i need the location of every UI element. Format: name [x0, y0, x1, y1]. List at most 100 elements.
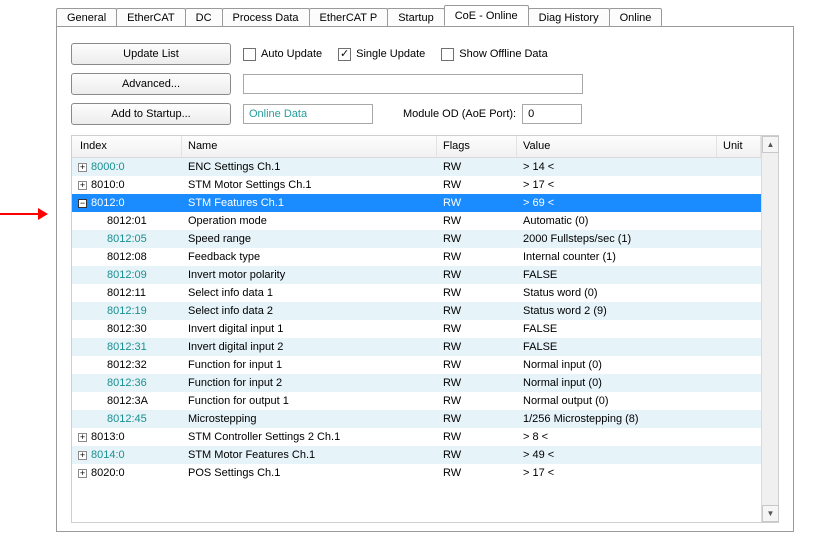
table-row[interactable]: 8012:31Invert digital input 2RWFALSE: [72, 338, 761, 356]
table-row[interactable]: 8012:09Invert motor polarityRWFALSE: [72, 266, 761, 284]
cell-index: 8012:11: [72, 284, 182, 302]
cell-value: FALSE: [517, 323, 717, 335]
cell-index: 8012:01: [72, 212, 182, 230]
tab-diag-history[interactable]: Diag History: [528, 8, 610, 27]
single-update-label: Single Update: [356, 48, 425, 60]
cell-flags: RW: [437, 359, 517, 371]
cell-flags: RW: [437, 431, 517, 443]
header-index[interactable]: Index: [72, 136, 182, 157]
expand-icon[interactable]: [78, 469, 87, 478]
tab-dc[interactable]: DC: [185, 8, 223, 27]
table-row[interactable]: 8012:45MicrosteppingRW1/256 Microsteppin…: [72, 410, 761, 428]
cell-value: Internal counter (1): [517, 251, 717, 263]
show-offline-label: Show Offline Data: [459, 48, 547, 60]
tab-general[interactable]: General: [56, 8, 117, 27]
cell-name: Select info data 1: [182, 287, 437, 299]
index-text: 8012:32: [107, 359, 147, 371]
tab-process-data[interactable]: Process Data: [222, 8, 310, 27]
cell-index: 8012:45: [72, 410, 182, 428]
table-row[interactable]: 8012:08Feedback typeRWInternal counter (…: [72, 248, 761, 266]
cell-flags: RW: [437, 179, 517, 191]
table-row[interactable]: 8010:0STM Motor Settings Ch.1RW> 17 <: [72, 176, 761, 194]
expand-icon[interactable]: [78, 181, 87, 190]
cell-flags: RW: [437, 197, 517, 209]
cell-flags: RW: [437, 233, 517, 245]
cell-name: STM Motor Features Ch.1: [182, 449, 437, 461]
table-row[interactable]: 8012:30Invert digital input 1RWFALSE: [72, 320, 761, 338]
cell-value: Normal input (0): [517, 359, 717, 371]
tab-ethercat-p[interactable]: EtherCAT P: [309, 8, 389, 27]
index-text: 8012:45: [107, 413, 147, 425]
cell-value: 1/256 Microstepping (8): [517, 413, 717, 425]
checkbox-icon: [243, 48, 256, 61]
cell-flags: RW: [437, 449, 517, 461]
auto-update-checkbox[interactable]: Auto Update: [243, 48, 322, 61]
header-value[interactable]: Value: [517, 136, 717, 157]
tab-body: Update List Auto Update Single Update Sh…: [56, 26, 794, 532]
index-text: 8012:05: [107, 233, 147, 245]
cell-index: 8000:0: [72, 161, 182, 173]
table-row[interactable]: 8012:01Operation modeRWAutomatic (0): [72, 212, 761, 230]
show-offline-checkbox[interactable]: Show Offline Data: [441, 48, 547, 61]
cell-index: 8012:0: [72, 197, 182, 209]
tab-startup[interactable]: Startup: [387, 8, 444, 27]
add-to-startup-button[interactable]: Add to Startup...: [71, 103, 231, 125]
advanced-button[interactable]: Advanced...: [71, 73, 231, 95]
vertical-scrollbar[interactable]: ▲ ▼: [761, 136, 778, 522]
index-text: 8012:08: [107, 251, 147, 263]
tree-line-icon: [91, 410, 107, 428]
module-od-input[interactable]: [522, 104, 582, 124]
cell-index: 8012:3A: [72, 392, 182, 410]
table-row[interactable]: 8012:0STM Features Ch.1RW> 69 <: [72, 194, 761, 212]
table-row[interactable]: 8012:05Speed rangeRW2000 Fullsteps/sec (…: [72, 230, 761, 248]
index-text: 8000:0: [91, 161, 125, 173]
table-row[interactable]: 8012:32Function for input 1RWNormal inpu…: [72, 356, 761, 374]
cell-value: > 17 <: [517, 467, 717, 479]
expand-icon[interactable]: [78, 451, 87, 460]
index-text: 8012:30: [107, 323, 147, 335]
cell-index: 8012:32: [72, 356, 182, 374]
index-text: 8012:01: [107, 215, 147, 227]
cell-name: Speed range: [182, 233, 437, 245]
table-row[interactable]: 8013:0STM Controller Settings 2 Ch.1RW> …: [72, 428, 761, 446]
online-data-field: [243, 104, 373, 124]
cell-flags: RW: [437, 269, 517, 281]
table-row[interactable]: 8014:0STM Motor Features Ch.1RW> 49 <: [72, 446, 761, 464]
checkbox-icon: [441, 48, 454, 61]
cell-value: > 49 <: [517, 449, 717, 461]
tree-line-icon: [91, 284, 107, 302]
header-name[interactable]: Name: [182, 136, 437, 157]
index-text: 8012:36: [107, 377, 147, 389]
single-update-checkbox[interactable]: Single Update: [338, 48, 425, 61]
cell-flags: RW: [437, 305, 517, 317]
cell-flags: RW: [437, 377, 517, 389]
scroll-down-icon[interactable]: ▼: [762, 505, 779, 522]
cell-value: Status word 2 (9): [517, 305, 717, 317]
tab-coe-online[interactable]: CoE - Online: [444, 5, 529, 26]
tab-online[interactable]: Online: [609, 8, 663, 27]
header-unit[interactable]: Unit: [717, 136, 761, 157]
cell-name: Invert digital input 1: [182, 323, 437, 335]
table-row[interactable]: 8000:0ENC Settings Ch.1RW> 14 <: [72, 158, 761, 176]
expand-icon[interactable]: [78, 163, 87, 172]
tab-ethercat[interactable]: EtherCAT: [116, 8, 185, 27]
table-row[interactable]: 8012:19Select info data 2RWStatus word 2…: [72, 302, 761, 320]
tree-line-icon: [91, 230, 107, 248]
cell-value: FALSE: [517, 341, 717, 353]
cell-index: 8012:09: [72, 266, 182, 284]
table-row[interactable]: 8020:0POS Settings Ch.1RW> 17 <: [72, 464, 761, 482]
expand-icon[interactable]: [78, 433, 87, 442]
cell-value: Automatic (0): [517, 215, 717, 227]
filter-input[interactable]: [243, 74, 583, 94]
update-list-button[interactable]: Update List: [71, 43, 231, 65]
scroll-up-icon[interactable]: ▲: [762, 136, 779, 153]
collapse-icon[interactable]: [78, 199, 87, 208]
table-row[interactable]: 8012:3AFunction for output 1RWNormal out…: [72, 392, 761, 410]
table-row[interactable]: 8012:11Select info data 1RWStatus word (…: [72, 284, 761, 302]
cell-value: > 17 <: [517, 179, 717, 191]
tab-strip: GeneralEtherCATDCProcess DataEtherCAT PS…: [56, 4, 800, 26]
cell-name: STM Features Ch.1: [182, 197, 437, 209]
cell-name: Invert motor polarity: [182, 269, 437, 281]
table-row[interactable]: 8012:36Function for input 2RWNormal inpu…: [72, 374, 761, 392]
header-flags[interactable]: Flags: [437, 136, 517, 157]
